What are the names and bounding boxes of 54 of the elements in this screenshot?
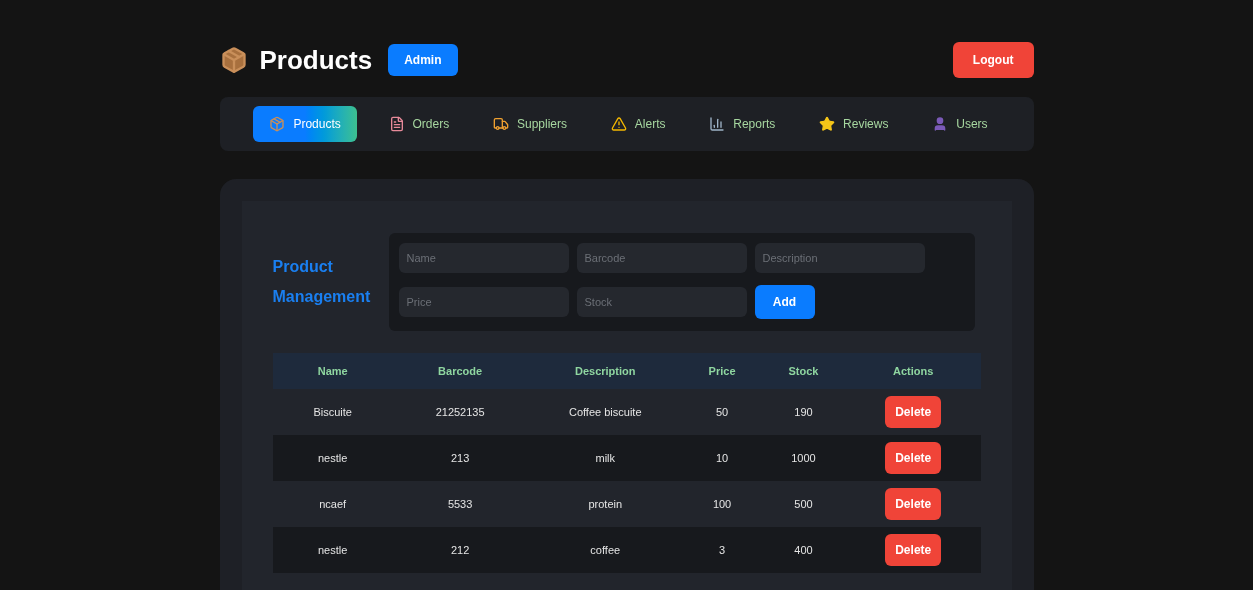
nav-tab[interactable]: Products: [253, 106, 357, 142]
column-header: Description: [527, 353, 684, 389]
delete-button[interactable]: Delete: [885, 442, 942, 474]
table-cell: 50: [683, 389, 761, 435]
table-cell: coffee: [527, 527, 684, 573]
table-cell: 21252135: [392, 389, 528, 435]
input-field[interactable]: Stock: [576, 287, 747, 317]
nav-tab[interactable]: Orders: [376, 106, 462, 142]
table-cell: 190: [761, 389, 846, 435]
table-cell: 400: [761, 527, 846, 573]
table-cell: protein: [527, 481, 684, 527]
delete-button[interactable]: Delete: [885, 534, 942, 566]
delete-button[interactable]: Delete: [885, 396, 942, 428]
input-field[interactable]: Price: [398, 287, 569, 317]
table-cell: ncaef: [272, 481, 393, 527]
table-cell: 500: [761, 481, 846, 527]
input-field[interactable]: Barcode: [576, 243, 747, 273]
bar-chart-icon: [709, 116, 726, 132]
table-cell: nestle: [272, 527, 393, 573]
table-cell: nestle: [272, 435, 393, 481]
table-cell: 100: [683, 481, 761, 527]
table-cell: 1000: [761, 435, 846, 481]
nav-tab[interactable]: Reviews: [807, 106, 901, 142]
input-field[interactable]: Name: [398, 243, 569, 273]
nav-tab[interactable]: Suppliers: [481, 106, 580, 142]
section-title: Product Management: [272, 257, 372, 307]
table-cell: 10: [683, 435, 761, 481]
table-cell: Biscuite: [272, 389, 393, 435]
star-icon: [819, 116, 836, 132]
warning-icon: [610, 116, 627, 132]
input-field[interactable]: Description: [754, 243, 925, 273]
table-cell: Coffee biscuite: [527, 389, 684, 435]
table-cell: 213: [392, 435, 528, 481]
table-cell: 5533: [392, 481, 528, 527]
table-cell: 3: [683, 527, 761, 573]
admin-button[interactable]: Admin: [388, 44, 458, 76]
column-header: Actions: [845, 353, 981, 389]
add-button[interactable]: Add: [754, 285, 815, 319]
logout-button[interactable]: Logout: [952, 42, 1034, 78]
table-cell: 212: [392, 527, 528, 573]
package-icon: [269, 116, 286, 132]
table-cell: milk: [527, 435, 684, 481]
package-icon: [219, 46, 248, 74]
column-header: Price: [683, 353, 761, 389]
nav-tab[interactable]: Reports: [697, 106, 788, 142]
page-title: Products: [259, 43, 373, 77]
column-header: Barcode: [392, 353, 528, 389]
column-header: Name: [272, 353, 393, 389]
nav-tab[interactable]: Alerts: [598, 106, 678, 142]
truck-icon: [493, 116, 509, 132]
nav-tab[interactable]: Users: [920, 106, 1000, 142]
document-icon: [388, 116, 405, 132]
delete-button[interactable]: Delete: [885, 488, 942, 520]
column-header: Stock: [761, 353, 846, 389]
